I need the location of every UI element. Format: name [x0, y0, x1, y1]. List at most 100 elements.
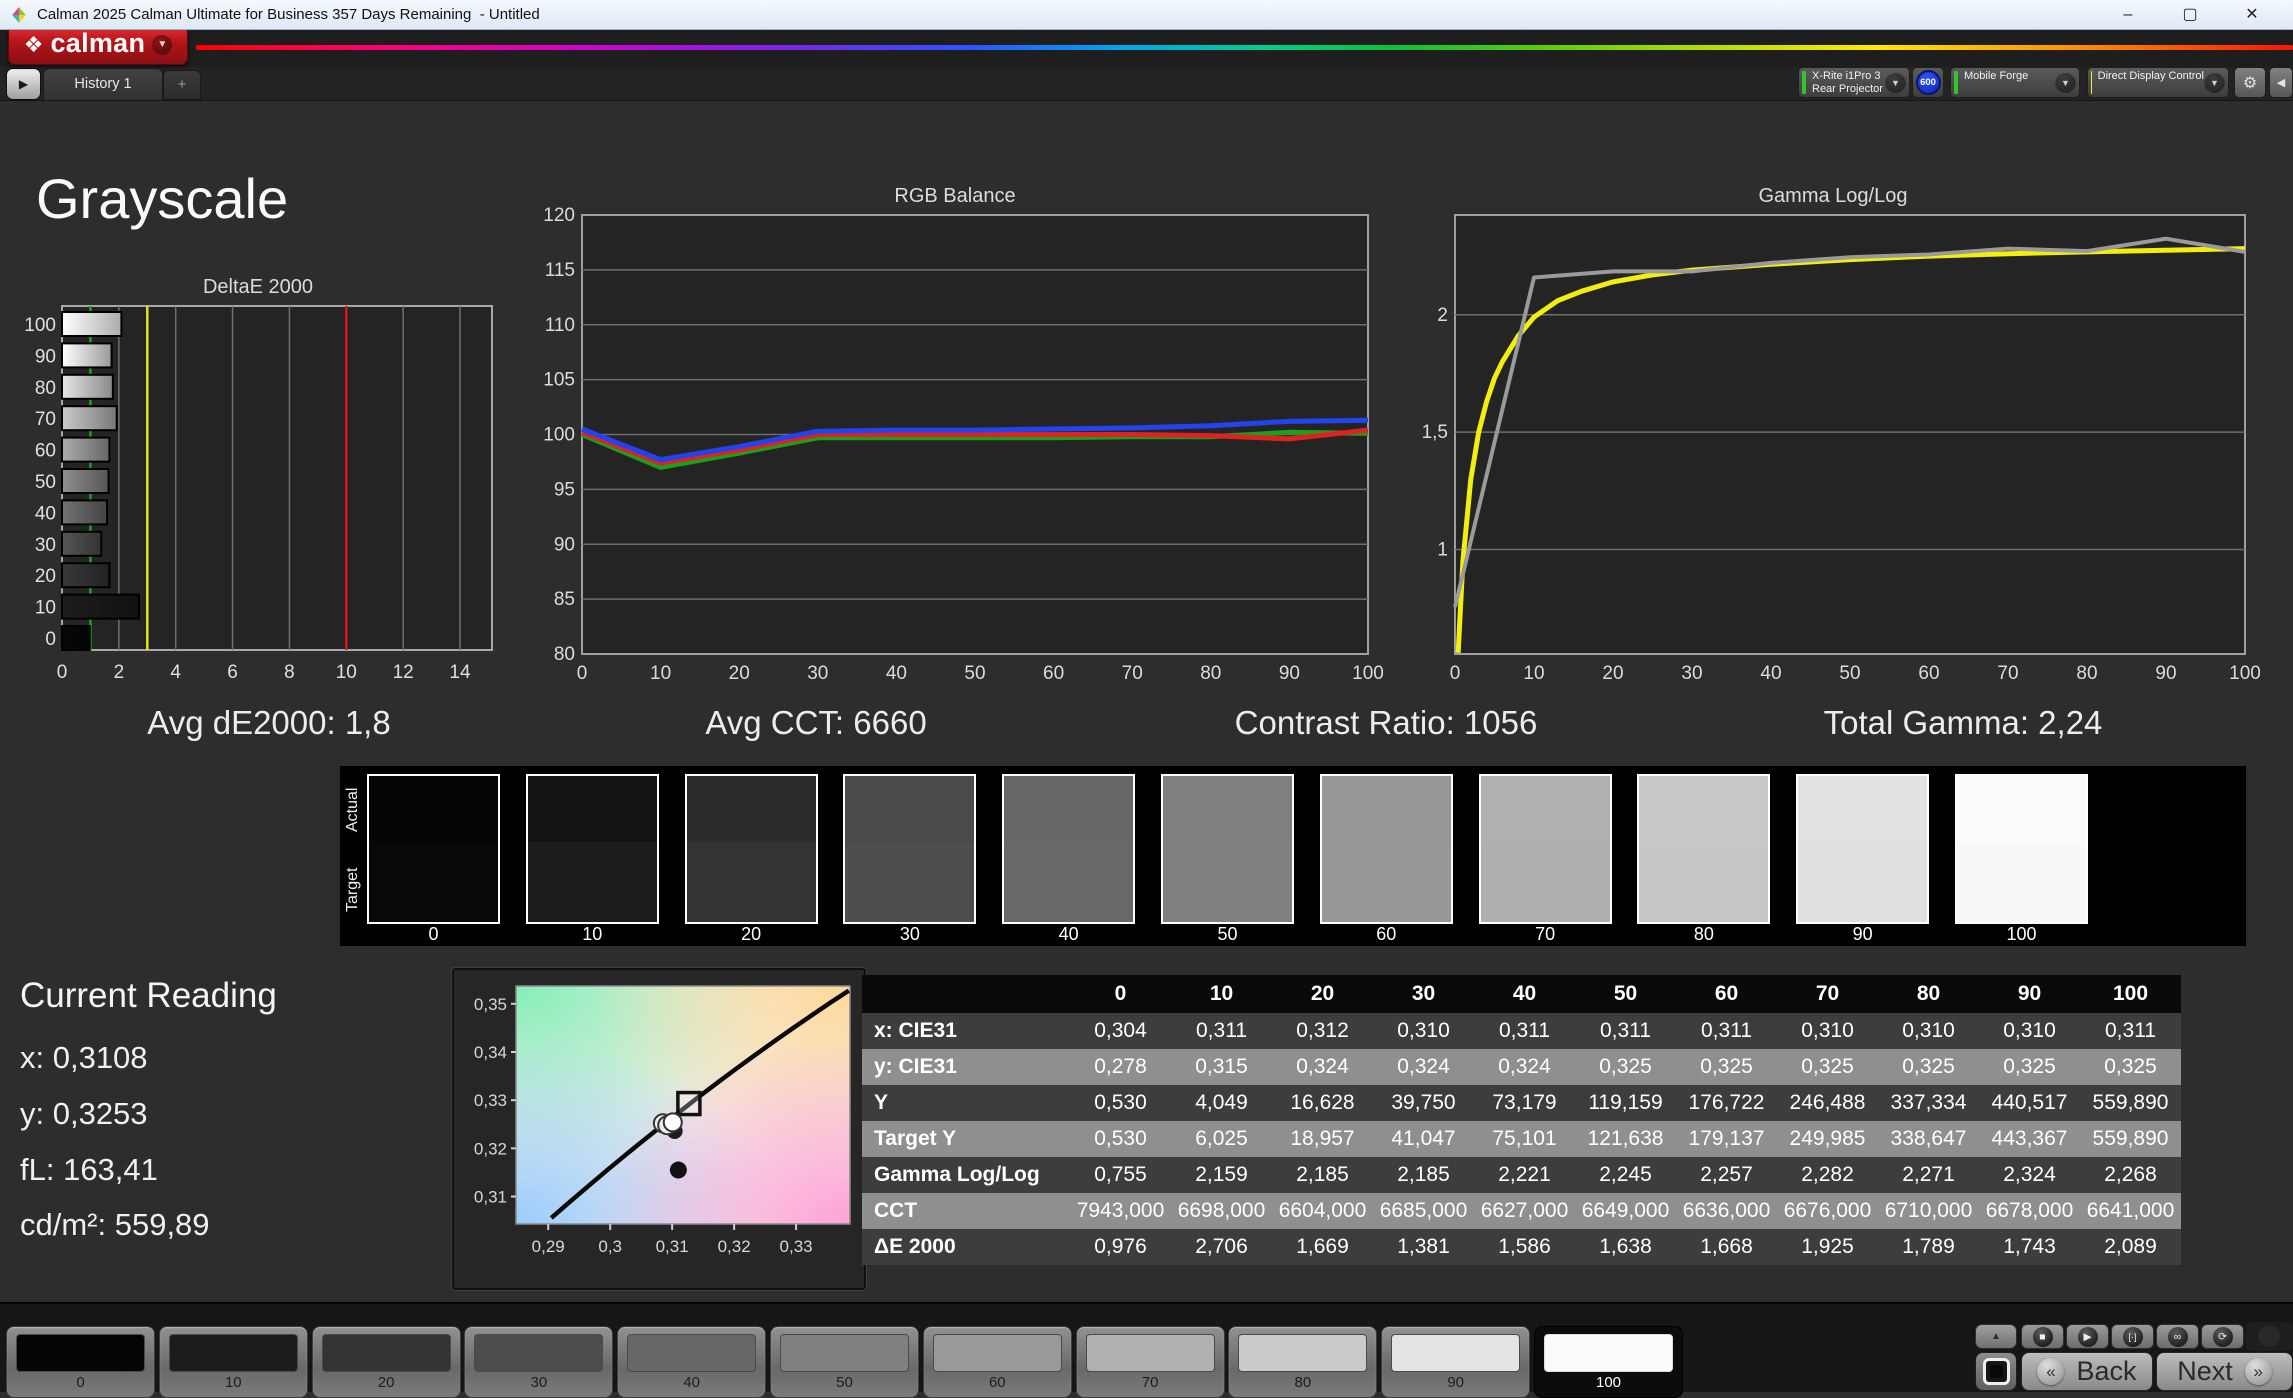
inactive-measure-slot [2246, 1322, 2293, 1351]
table-col-header: 40 [1474, 975, 1575, 1013]
repeat-measure-button[interactable]: ⟳ [2201, 1324, 2244, 1349]
swatch-level-label: 50 [1161, 924, 1294, 945]
table-cell: 1,638 [1575, 1229, 1676, 1265]
pattern-button-10[interactable]: 10 [159, 1326, 308, 1398]
pattern-level-label: 50 [771, 1374, 918, 1391]
table-cell: 2,185 [1272, 1157, 1373, 1193]
collapse-panel-button[interactable]: ◀ [2269, 67, 2293, 98]
display-control-dropdown[interactable]: Direct Display Control ▼ [2087, 67, 2229, 98]
deltae-bar-30 [62, 532, 101, 556]
svg-text:100: 100 [1352, 663, 1384, 684]
source-name: Mobile Forge [1964, 70, 2028, 83]
swatch-level-label: 0 [367, 924, 500, 945]
table-cell: 6649,000 [1575, 1193, 1676, 1229]
pattern-button-70[interactable]: 70 [1076, 1326, 1225, 1398]
settings-button[interactable]: ⚙ [2234, 67, 2266, 98]
table-cell: 0,325 [1575, 1049, 1676, 1085]
stat-avg-de2000: Avg dE2000: 1,8 [147, 704, 390, 742]
svg-text:100: 100 [24, 315, 56, 336]
cie-chart-panel: 0,350,340,330,320,310,290,30,310,320,33 [452, 968, 866, 1290]
pattern-button-80[interactable]: 80 [1228, 1326, 1377, 1398]
maximize-button[interactable]: ▢ [2159, 0, 2221, 30]
svg-text:90: 90 [1279, 663, 1300, 684]
svg-text:50: 50 [1839, 663, 1860, 684]
target-color [1322, 842, 1451, 922]
table-cell: 0,311 [1474, 1013, 1575, 1049]
table-cell: 0,324 [1474, 1049, 1575, 1085]
next-button[interactable]: Next » [2156, 1352, 2293, 1391]
deltae-bar-70 [62, 406, 117, 430]
reading-cdm2: cd/m²: 559,89 [20, 1207, 210, 1243]
table-cell: 2,221 [1474, 1157, 1575, 1193]
pattern-button-60[interactable]: 60 [923, 1326, 1072, 1398]
table-cell: 0,310 [1878, 1013, 1979, 1049]
target-color [1798, 842, 1927, 922]
pattern-button-50[interactable]: 50 [770, 1326, 919, 1398]
actual-color [845, 776, 974, 842]
pattern-button-40[interactable]: 40 [617, 1326, 766, 1398]
table-row-label: CCT [862, 1193, 1070, 1229]
svg-text:50: 50 [964, 663, 985, 684]
table-row-label: y: CIE31 [862, 1049, 1070, 1085]
table-cell: 0,304 [1070, 1013, 1171, 1049]
stop-icon: ■ [2039, 1331, 2045, 1343]
table-cell: 0,325 [1676, 1049, 1777, 1085]
table-cell: 2,257 [1676, 1157, 1777, 1193]
pattern-button-0[interactable]: 0 [6, 1326, 155, 1398]
infinity-icon: ∞ [2174, 1331, 2182, 1343]
tab-history-1[interactable]: History 1 [43, 68, 163, 100]
source-dropdown[interactable]: Mobile Forge ▼ [1950, 67, 2080, 98]
deltae-bar-60 [62, 438, 109, 462]
stop-measure-button[interactable]: ■ [2021, 1324, 2064, 1349]
pattern-button-30[interactable]: 30 [464, 1326, 613, 1398]
read-series-button[interactable]: [·] [2111, 1324, 2154, 1349]
svg-text:80: 80 [1200, 663, 1221, 684]
pattern-swatch [1238, 1334, 1367, 1372]
continuous-measure-button[interactable]: ∞ [2156, 1324, 2199, 1349]
play-measure-button[interactable]: ▶ [2066, 1324, 2109, 1349]
stat-total-gamma: Total Gamma: 2,24 [1824, 704, 2103, 742]
table-cell: 2,089 [2080, 1229, 2181, 1265]
grayscale-swatch-strip: Actual Target 0102030405060708090100 [340, 766, 2246, 946]
grayscale-swatch-50: 50 [1161, 766, 1294, 946]
play-icon: ▶ [2083, 1331, 2091, 1343]
table-cell: 0,311 [2080, 1013, 2181, 1049]
svg-text:60: 60 [1043, 663, 1064, 684]
pattern-swatch [322, 1334, 451, 1372]
pattern-window-button[interactable] [1975, 1352, 2017, 1391]
pattern-swatch [780, 1334, 909, 1372]
play-right-icon: ▶ [19, 77, 28, 91]
meter-sync-button[interactable]: 600 [1912, 67, 1944, 98]
stat-avg-cct: Avg CCT: 6660 [705, 704, 926, 742]
table-corner-cell [862, 975, 1070, 1013]
pattern-button-20[interactable]: 20 [312, 1326, 461, 1398]
pane-toggle-button[interactable]: ▶ [6, 68, 41, 100]
pattern-button-100[interactable]: 100 [1534, 1326, 1683, 1398]
table-cell: 73,179 [1474, 1085, 1575, 1121]
table-row-label: ΔE 2000 [862, 1229, 1070, 1265]
pattern-level-label: 10 [160, 1374, 307, 1391]
table-cell: 0,310 [1777, 1013, 1878, 1049]
pattern-level-label: 20 [313, 1374, 460, 1391]
calman-menu-button[interactable]: ❖ calman ▼ [8, 25, 188, 65]
back-button[interactable]: « Back [2021, 1352, 2153, 1391]
actual-color [1798, 776, 1927, 842]
table-cell: 2,185 [1373, 1157, 1474, 1193]
deltae-bar-20 [62, 563, 109, 587]
svg-text:95: 95 [554, 479, 575, 500]
svg-text:0: 0 [577, 663, 588, 684]
table-cell: 0,325 [1979, 1049, 2080, 1085]
actual-color [1957, 776, 2086, 842]
minimize-button[interactable]: – [2097, 0, 2159, 30]
grayscale-swatch-0: 0 [367, 766, 500, 946]
table-cell: 246,488 [1777, 1085, 1878, 1121]
target-row-label: Target [344, 852, 364, 928]
add-tab-button[interactable]: + [163, 70, 201, 100]
meter-dropdown[interactable]: X-Rite i1Pro 3 Rear Projector ▼ [1798, 67, 1910, 98]
expand-panel-button[interactable]: ▲ [1975, 1324, 2017, 1349]
table-col-header: 100 [2080, 975, 2181, 1013]
swatch-patch [526, 774, 659, 924]
page-title: Grayscale [36, 166, 288, 231]
pattern-button-90[interactable]: 90 [1381, 1326, 1530, 1398]
close-button[interactable]: ✕ [2221, 0, 2283, 30]
